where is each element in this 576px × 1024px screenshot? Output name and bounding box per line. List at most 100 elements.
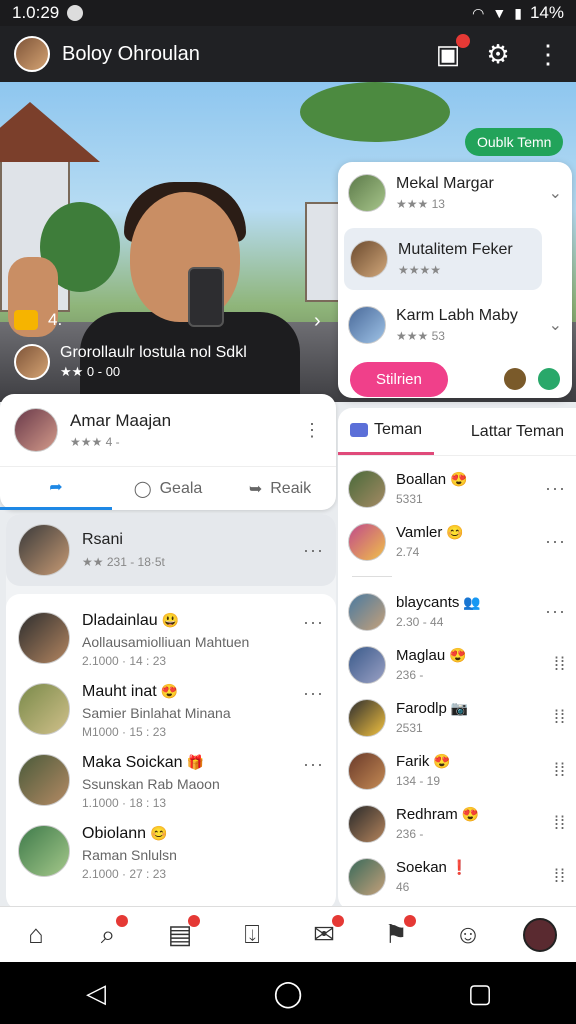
tab-geala[interactable]: ◯ Geala <box>112 467 224 510</box>
recents-icon[interactable]: ▢ <box>460 978 500 1009</box>
badge-icon <box>14 310 38 330</box>
friend-item[interactable]: Redhram 😍 236 - ⁞⁞ <box>338 797 576 850</box>
more-horiz-icon[interactable]: ··· <box>303 540 324 561</box>
suggestion-avatar <box>350 240 388 278</box>
friend-name: Farodlp 📷 <box>396 700 554 717</box>
name-text: blaycants <box>396 594 460 611</box>
more-horiz-icon[interactable]: ··· <box>545 478 566 499</box>
list-item-text: Obiolann 😊 Raman Snlulsn 2.1000 · 27 : 23 <box>82 825 324 881</box>
list-item-avatar <box>18 825 70 877</box>
emoji-icon: 😍 <box>433 753 451 769</box>
tab-share[interactable]: ➦ <box>0 467 112 510</box>
inbox-icon[interactable]: ⍗ <box>232 915 272 955</box>
status-bar: 1.0:29 ◠ ▼ ▮ 14% <box>0 0 576 26</box>
hero-stars: ★★ 0 - 00 <box>60 364 121 379</box>
profile-avatar[interactable] <box>14 408 58 452</box>
search-icon[interactable]: ⌕ <box>88 914 128 955</box>
list-item-avatar <box>18 754 70 806</box>
user-avatar[interactable] <box>14 36 50 72</box>
grid-icon[interactable]: ⁞⁞ <box>554 866 566 887</box>
friends-list: Boallan 😍 5331 ··· Vamler 😊 2.74 ··· blayc… <box>338 456 576 903</box>
avatar <box>523 917 557 952</box>
friend-meta: 236 - <box>396 668 424 682</box>
bottom-nav: ⌂ ⌕ ▤ ⍗ ✉ ⚑ ☺ <box>0 906 576 965</box>
list-item[interactable]: Mauht inat 😍 Samier Binlahat Minana M1000… <box>6 673 336 744</box>
chevron-down-icon[interactable]: ⌄ <box>549 183 562 203</box>
emoji-icon: 😊 <box>446 524 464 540</box>
friend-meta: 134 - 19 <box>396 774 441 788</box>
more-horiz-icon[interactable]: ··· <box>303 683 324 704</box>
friend-avatar <box>348 751 386 790</box>
friends-icon <box>350 423 368 437</box>
camera-badge <box>456 34 470 48</box>
tab-reaik[interactable]: ➥ Reaik <box>224 467 336 510</box>
emoji-icon[interactable]: ☺ <box>448 915 488 955</box>
grid-icon[interactable]: ⁞⁞ <box>554 813 566 834</box>
start-button[interactable]: Stilrien <box>350 361 448 397</box>
home-icon[interactable]: ⌂ <box>16 915 56 955</box>
suggestion-meta: ★★★ 13 <box>396 197 445 211</box>
tab-label: Reaik <box>270 479 312 497</box>
name-text: Boallan <box>396 471 447 488</box>
feed-top-item[interactable]: Rsani ★★ 231 - 18·5t ··· <box>6 514 336 586</box>
friend-item[interactable]: Farodlp 📷 2531 ⁞⁞ <box>338 691 576 744</box>
hero-subtitle: Grorollaulr lostula nol Sdkl <box>60 344 247 361</box>
friend-item[interactable]: Vamler 😊 2.74 ··· <box>338 515 576 568</box>
list-item[interactable]: Dladainlau 😃 Aollausamiolliuan Mahtuen 2.… <box>6 602 336 673</box>
list-item-avatar <box>18 683 70 735</box>
name-text: Farik <box>396 753 430 770</box>
sticker-icon[interactable] <box>504 368 526 390</box>
friend-item[interactable]: Farik 😍 134 - 19 ⁞⁞ <box>338 744 576 797</box>
friend-item[interactable]: Maglau 😍 236 - ⁞⁞ <box>338 638 576 691</box>
list-item[interactable]: Maka Soickan 🎁 Ssunskan Rab Maoon 1.1000 … <box>6 744 336 815</box>
suggestion-item[interactable]: Mekal Margar ★★★ 13 ⌄ <box>338 162 572 224</box>
friend-item[interactable]: Boallan 😍 5331 ··· <box>338 462 576 515</box>
hero-avatar[interactable] <box>14 344 50 380</box>
friend-item[interactable]: blaycants 👥 2.30 - 44 ··· <box>338 585 576 638</box>
battery-level: 14% <box>529 3 564 22</box>
tab-teman[interactable]: Teman <box>338 408 435 455</box>
friend-item[interactable]: Soekan ❗ 46 ⁞⁞ <box>338 850 576 903</box>
friends-tabs: Teman Lattar Teman <box>338 408 576 456</box>
name-text: Vamler <box>396 524 443 541</box>
profile-avatar-nav[interactable] <box>520 915 560 955</box>
more-horiz-icon[interactable]: ··· <box>303 754 324 775</box>
emoji-icon: 😍 <box>160 683 179 699</box>
more-vert-icon[interactable]: ⋮ <box>303 420 322 441</box>
search-badge <box>116 914 128 927</box>
suggestion-item[interactable]: Mutalitem Feker ★★★★ <box>344 228 542 290</box>
emoji-icon: 😍 <box>449 647 467 663</box>
friend-text: Farik 😍 134 - 19 <box>396 753 554 788</box>
notes-icon[interactable]: ▤ <box>160 914 200 955</box>
more-horiz-icon[interactable]: ··· <box>545 531 566 552</box>
feed-panel: Rsani ★★ 231 - 18·5t ··· Dladainlau 😃 Aol… <box>6 514 336 910</box>
chat-badge <box>332 914 344 927</box>
app-title: Boloy Ohroulan <box>62 42 200 65</box>
camera-icon[interactable]: ▣ <box>434 34 470 69</box>
signal-icon: ▼ <box>492 5 507 21</box>
public-tag-button[interactable]: Oublk Temn <box>465 128 564 156</box>
grid-icon[interactable]: ⁞⁞ <box>554 707 566 728</box>
notifications-icon[interactable]: ⚑ <box>376 914 416 955</box>
hero-count-row: 4. <box>14 310 314 330</box>
more-horiz-icon[interactable]: ··· <box>303 612 324 633</box>
chat-icon[interactable]: ✉ <box>288 914 360 965</box>
profile-tabs: ➦ ◯ Geala ➥ Reaik <box>0 466 336 510</box>
more-vert-icon[interactable]: ⋮ <box>534 39 562 69</box>
chevron-right-icon[interactable]: › <box>314 310 321 333</box>
share-arrow-icon[interactable] <box>538 368 560 390</box>
status-time: 1.0:29 <box>12 3 60 22</box>
tree-top <box>300 82 450 142</box>
home-circle-icon[interactable]: ◯ <box>268 978 308 1009</box>
roof-left <box>0 102 100 162</box>
more-horiz-icon[interactable]: ··· <box>545 601 566 622</box>
grid-icon[interactable]: ⁞⁞ <box>554 760 566 781</box>
suggestion-item[interactable]: Karm Labh Maby ★★★ 53 ⌄ <box>338 294 572 356</box>
grid-icon[interactable]: ⁞⁞ <box>554 654 566 675</box>
list-item[interactable]: Obiolann 😊 Raman Snlulsn 2.1000 · 27 : 23 <box>6 815 336 886</box>
back-icon[interactable]: ◁ <box>76 978 116 1009</box>
tab-lattar-teman[interactable]: Lattar Teman <box>459 408 576 455</box>
friend-meta: 2531 <box>396 721 423 735</box>
gear-icon[interactable]: ⚙ <box>484 39 512 69</box>
chevron-down-icon[interactable]: ⌄ <box>549 315 562 335</box>
